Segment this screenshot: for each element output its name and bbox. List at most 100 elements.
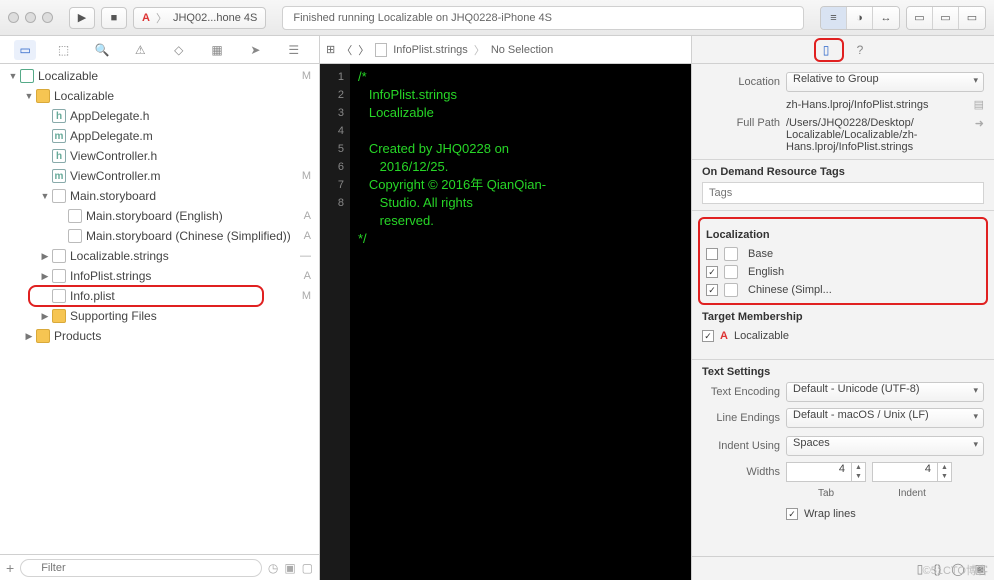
scope-filter-icon[interactable]: ▢: [302, 561, 313, 575]
close-window-icon[interactable]: [8, 12, 19, 23]
app-icon: A: [720, 330, 728, 342]
localization-section: Localization Base✓English✓Chinese (Simpl…: [698, 217, 988, 305]
test-navigator-tab[interactable]: ◇: [168, 40, 190, 60]
file-tree-row[interactable]: hViewController.h: [0, 146, 319, 166]
chevron-right-icon: 〉: [156, 10, 167, 26]
wrap-lines-checkbox[interactable]: ✓ Wrap lines: [786, 505, 856, 523]
indent-caption: Indent: [872, 488, 952, 499]
version-editor-button[interactable]: ↔: [873, 7, 899, 29]
file-tree-row[interactable]: ▼LocalizableM: [0, 66, 319, 86]
scm-status: A: [304, 270, 311, 282]
file-tree-row[interactable]: Main.storyboard (English)A: [0, 206, 319, 226]
disclosure-icon[interactable]: ▶: [40, 271, 50, 282]
toggle-debug-button[interactable]: ▭: [933, 7, 959, 29]
run-button[interactable]: ▶: [69, 7, 95, 29]
disclosure-icon[interactable]: ▶: [40, 311, 50, 322]
toggle-navigator-button[interactable]: ▭: [907, 7, 933, 29]
breakpoint-navigator-tab[interactable]: ➤: [244, 40, 266, 60]
disclosure-icon[interactable]: ▼: [40, 191, 50, 201]
stop-button[interactable]: ■: [101, 7, 127, 29]
disclosure-icon[interactable]: ▶: [40, 251, 50, 262]
disclosure-icon[interactable]: ▼: [24, 91, 34, 101]
code-editor[interactable]: 12345678 /* InfoPlist.strings Localizabl…: [320, 64, 691, 580]
checkbox-icon[interactable]: ✓: [706, 284, 718, 296]
filter-input[interactable]: [20, 559, 262, 577]
location-select[interactable]: Relative to Group: [786, 72, 984, 92]
file-label: ViewController.m: [70, 169, 296, 183]
add-button[interactable]: +: [6, 560, 14, 576]
zoom-window-icon[interactable]: [42, 12, 53, 23]
checkbox-icon[interactable]: ✓: [706, 266, 718, 278]
target-membership-header: Target Membership: [702, 311, 984, 323]
disclosure-icon[interactable]: ▼: [8, 71, 18, 81]
minimize-window-icon[interactable]: [25, 12, 36, 23]
file-tree-row[interactable]: Info.plistM: [0, 286, 319, 306]
localization-header: Localization: [706, 229, 980, 241]
file-tree-row[interactable]: ▶Products: [0, 326, 319, 346]
localization-label: Chinese (Simpl...: [748, 284, 832, 296]
standard-editor-button[interactable]: ≡: [821, 7, 847, 29]
issue-navigator-tab[interactable]: ⚠: [129, 40, 151, 60]
scheme-selector[interactable]: A 〉 JHQ02...hone 4S: [133, 7, 266, 29]
line-gutter: 12345678: [320, 64, 350, 580]
toggle-inspector-button[interactable]: ▭: [959, 7, 985, 29]
file-tree-row[interactable]: ▼Main.storyboard: [0, 186, 319, 206]
assistant-editor-button[interactable]: ◑: [847, 7, 873, 29]
symbol-navigator-tab[interactable]: ⬚: [53, 40, 75, 60]
file-tree-row[interactable]: Main.storyboard (Chinese (Simplified))A: [0, 226, 319, 246]
tags-input[interactable]: [702, 182, 984, 204]
debug-navigator-tab[interactable]: ▦: [206, 40, 228, 60]
file-tree-row[interactable]: ▶ InfoPlist.strings A: [0, 266, 319, 286]
file-tree-row[interactable]: mViewController.mM: [0, 166, 319, 186]
file-tree-row[interactable]: hAppDelegate.h: [0, 106, 319, 126]
file-tree-row[interactable]: ▼Localizable: [0, 86, 319, 106]
reveal-arrow-icon[interactable]: ➜: [975, 117, 984, 130]
indent-width-field[interactable]: 4▲▼: [872, 462, 952, 482]
back-button[interactable]: 〈: [341, 42, 352, 58]
line-endings-select[interactable]: Default - macOS / Unix (LF): [786, 408, 984, 428]
find-navigator-tab[interactable]: 🔍: [91, 40, 113, 60]
file-inspector-tab[interactable]: ▯: [814, 40, 838, 60]
file-label: Localizable.strings: [70, 249, 294, 263]
quick-help-tab[interactable]: ?: [848, 40, 872, 60]
checkbox-icon[interactable]: [706, 248, 718, 260]
checkbox-icon[interactable]: ✓: [702, 330, 714, 342]
jump-bar-file[interactable]: InfoPlist.strings: [393, 44, 468, 56]
jump-bar[interactable]: ⊞ 〈 〉 InfoPlist.strings 〉 No Selection: [320, 36, 691, 64]
file-label: Localizable: [38, 69, 296, 83]
folder-icon: [36, 89, 50, 103]
forward-button[interactable]: 〉: [358, 42, 369, 58]
scm-status: M: [302, 170, 311, 182]
navigator-tab-bar: ▭ ⬚ 🔍 ⚠ ◇ ▦ ➤ ☰: [0, 36, 319, 64]
tab-width-field[interactable]: 4▲▼: [786, 462, 866, 482]
folder-icon[interactable]: ▤: [974, 98, 984, 111]
file-icon: [68, 229, 82, 243]
indent-using-select[interactable]: Spaces: [786, 436, 984, 456]
report-navigator-tab[interactable]: ☰: [283, 40, 305, 60]
checkbox-icon[interactable]: ✓: [786, 508, 798, 520]
text-settings-header: Text Settings: [702, 366, 984, 378]
story-icon: [52, 189, 66, 203]
navigator-footer: + ◷ ▣ ▢: [0, 554, 319, 580]
scm-status: A: [304, 210, 311, 222]
disclosure-icon[interactable]: ▶: [24, 331, 34, 342]
file-tree[interactable]: ▼LocalizableM▼LocalizablehAppDelegate.hm…: [0, 64, 319, 554]
project-navigator-tab[interactable]: ▭: [14, 40, 36, 60]
jump-bar-selection[interactable]: No Selection: [491, 44, 553, 56]
localization-item[interactable]: ✓ Chinese (Simpl...: [706, 281, 980, 299]
related-items-icon[interactable]: ⊞: [326, 43, 335, 56]
file-tree-row[interactable]: ▶Localizable.strings—: [0, 246, 319, 266]
file-tree-row[interactable]: mAppDelegate.m: [0, 126, 319, 146]
file-label: InfoPlist.strings: [70, 269, 298, 283]
localization-item[interactable]: Base: [706, 245, 980, 263]
file-tree-row[interactable]: ▶Supporting Files: [0, 306, 319, 326]
target-membership-item[interactable]: ✓ A Localizable: [702, 327, 984, 345]
localization-item[interactable]: ✓English: [706, 263, 980, 281]
recent-filter-icon[interactable]: ◷: [268, 561, 278, 575]
scm-status: M: [302, 290, 311, 302]
h-icon: h: [52, 109, 66, 123]
scm-filter-icon[interactable]: ▣: [284, 561, 295, 575]
code-content[interactable]: /* InfoPlist.strings Localizable Created…: [350, 64, 691, 580]
chevron-right-icon: 〉: [474, 42, 485, 58]
text-encoding-select[interactable]: Default - Unicode (UTF-8): [786, 382, 984, 402]
